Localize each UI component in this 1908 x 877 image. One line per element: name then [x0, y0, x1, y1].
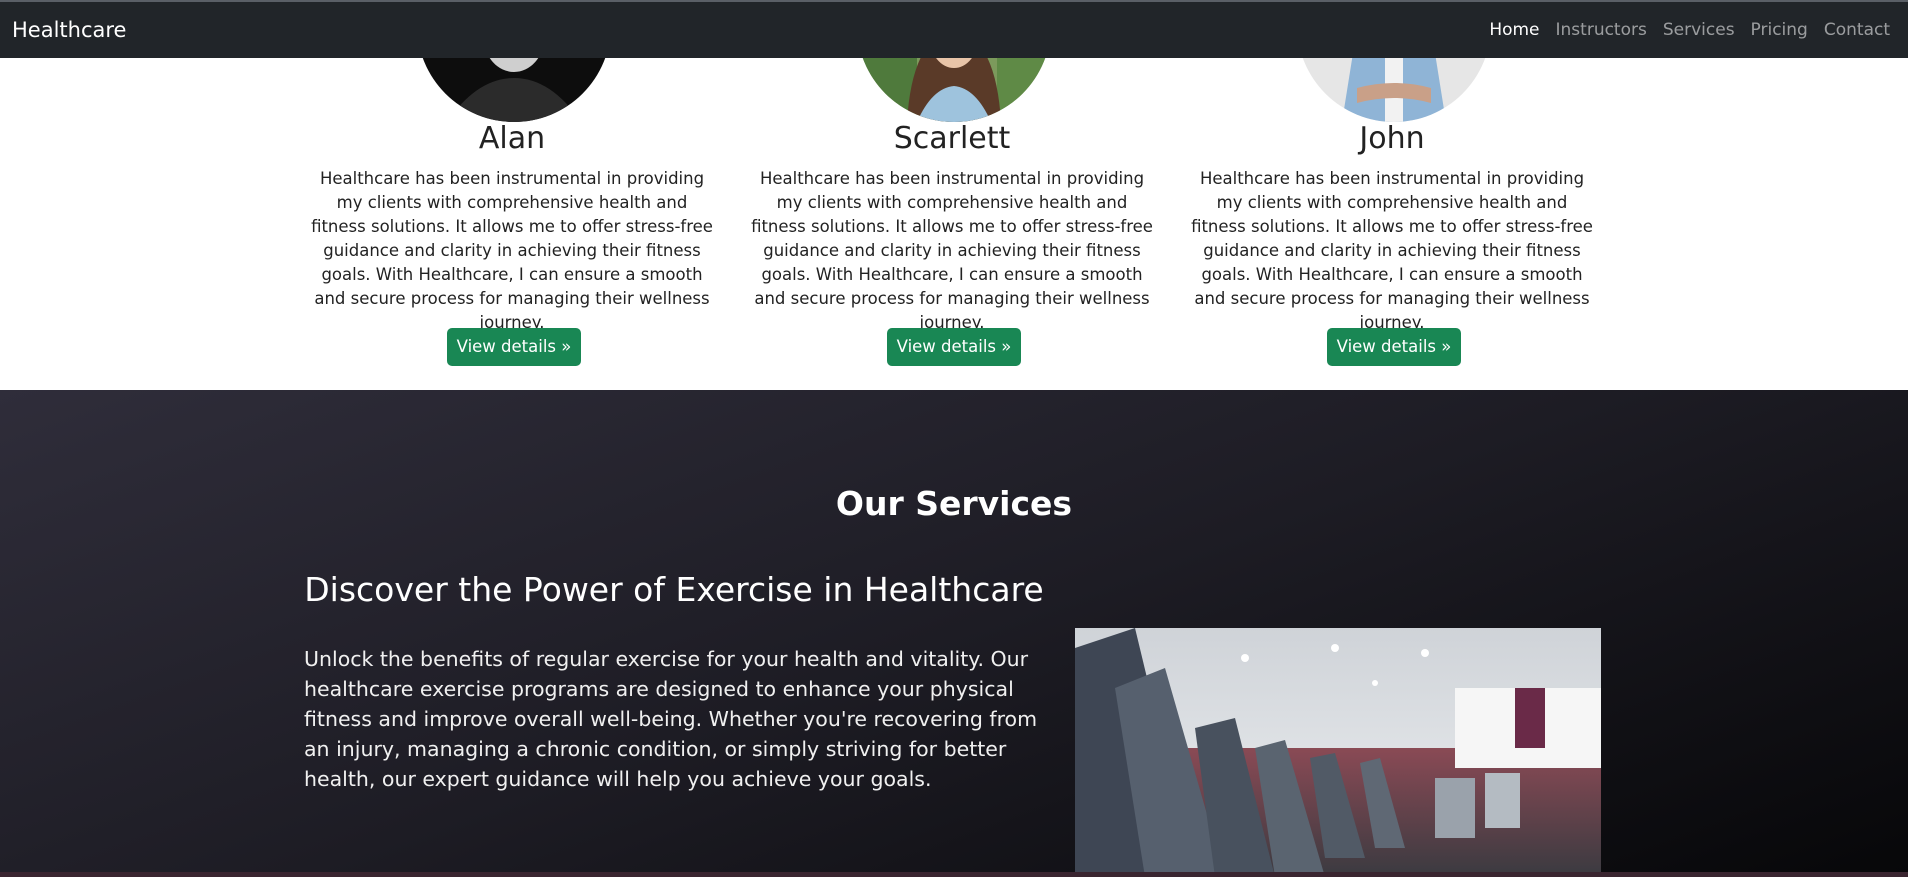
services-title: Our Services: [835, 484, 1073, 523]
instructor-description: Healthcare has been instrumental in prov…: [1191, 169, 1593, 332]
services-description: Unlock the benefits of regular exercise …: [304, 647, 1038, 791]
instructors-section: Alan Healthcare has been instrumental in…: [0, 58, 1908, 390]
instructor-description: Healthcare has been instrumental in prov…: [751, 169, 1153, 332]
nav-links: Home Instructors Services Pricing Contac…: [1481, 20, 1898, 40]
view-details-button[interactable]: View details »: [1327, 328, 1461, 366]
view-details-button[interactable]: View details »: [887, 328, 1021, 366]
nav-link-services[interactable]: Services: [1663, 20, 1735, 40]
nav-link-instructors[interactable]: Instructors: [1556, 20, 1647, 40]
instructor-photo-alan: [417, 58, 611, 122]
gym-photo: [1075, 628, 1601, 877]
brand-logo[interactable]: Healthcare: [12, 18, 126, 42]
instructor-description: Healthcare has been instrumental in prov…: [311, 169, 713, 332]
instructor-name: Scarlett: [893, 121, 1011, 156]
instructor-photo-john: [1297, 58, 1491, 122]
nav-link-pricing[interactable]: Pricing: [1751, 20, 1808, 40]
nav-link-home[interactable]: Home: [1489, 20, 1539, 40]
view-details-button[interactable]: View details »: [447, 328, 581, 366]
nav-link-contact[interactable]: Contact: [1824, 20, 1890, 40]
services-section: Our Services Discover the Power of Exerc…: [0, 390, 1908, 877]
services-heading: Discover the Power of Exercise in Health…: [304, 570, 1044, 609]
instructor-name: Alan: [478, 121, 546, 156]
instructor-photo-scarlett: [857, 58, 1051, 122]
instructor-name: John: [1359, 121, 1425, 156]
top-navbar: Healthcare Home Instructors Services Pri…: [0, 0, 1908, 58]
next-section-edge: [0, 872, 1908, 877]
